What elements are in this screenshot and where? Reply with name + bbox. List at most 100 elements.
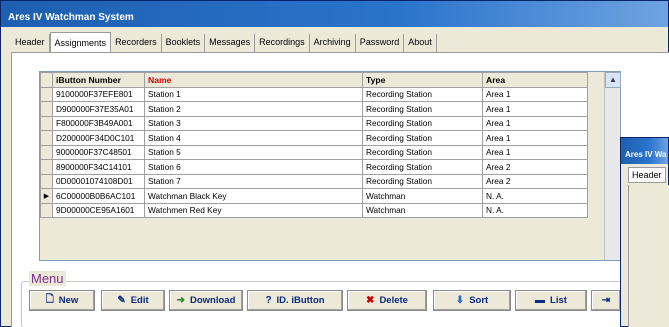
secondary-window[interactable]: Ares IV Wa Header xyxy=(620,137,669,327)
tab-strip: Header Assignments Recorders Booklets Me… xyxy=(11,32,437,52)
delete-button-label: Delete xyxy=(379,295,408,306)
cell-name[interactable]: Station 1 xyxy=(144,86,363,102)
exit-door-icon: ⇥ xyxy=(601,295,611,306)
row-selector[interactable]: ▶ xyxy=(40,188,53,204)
row-selector[interactable] xyxy=(40,202,53,218)
column-header-ibutton[interactable]: iButton Number xyxy=(52,72,145,88)
cell-area[interactable]: Area 1 xyxy=(482,101,588,117)
cell-ibutton-number[interactable]: 9100000F37EFE801 xyxy=(52,86,145,102)
vertical-scrollbar[interactable]: ▲ xyxy=(604,72,621,260)
assignments-grid[interactable]: iButton Number Name Type Area 9100000F37… xyxy=(39,71,621,261)
table-row[interactable]: D900000F37E35A01 Station 2 Recording Stati… xyxy=(40,101,588,117)
list-button[interactable]: ▬ List xyxy=(515,290,587,311)
cell-name[interactable]: Station 3 xyxy=(144,115,363,131)
table-header-row: iButton Number Name Type Area xyxy=(40,72,588,88)
secondary-window-title: Ares IV Wa xyxy=(621,138,668,164)
column-header-type[interactable]: Type xyxy=(362,72,483,88)
cell-area[interactable]: N. A. xyxy=(482,188,588,204)
cell-ibutton-number[interactable]: D900000F37E35A01 xyxy=(52,101,145,117)
cell-name[interactable]: Station 6 xyxy=(144,159,363,175)
tab-recorders[interactable]: Recorders xyxy=(111,34,162,52)
row-selector[interactable] xyxy=(40,173,53,189)
question-icon: ? xyxy=(265,295,272,306)
cell-area[interactable]: N. A. xyxy=(482,202,588,218)
cell-type[interactable]: Watchman xyxy=(362,188,483,204)
cell-area[interactable]: Area 1 xyxy=(482,86,588,102)
edit-button[interactable]: ✎ Edit xyxy=(101,290,165,311)
delete-button[interactable]: ✖ Delete xyxy=(347,290,427,311)
edit-icon: ✎ xyxy=(117,295,126,306)
tab-booklets[interactable]: Booklets xyxy=(161,34,206,52)
table-row[interactable]: 9000000F37C48501 Station 5 Recording Stati… xyxy=(40,144,588,160)
tab-header[interactable]: Header xyxy=(11,34,50,52)
cell-area[interactable]: Area 2 xyxy=(482,173,588,189)
delete-icon: ✖ xyxy=(366,295,375,306)
sort-button-label: Sort xyxy=(469,295,489,306)
cell-type[interactable]: Recording Station xyxy=(362,159,483,175)
tab-about[interactable]: About xyxy=(404,34,437,52)
cell-ibutton-number[interactable]: 8900000F34C14101 xyxy=(52,159,145,175)
cell-name[interactable]: Station 4 xyxy=(144,130,363,146)
cell-ibutton-number[interactable]: 6C00000B0B6AC101 xyxy=(52,188,145,204)
download-button-label: Download xyxy=(190,295,236,306)
cell-ibutton-number[interactable]: D200000F34D0C101 xyxy=(52,130,145,146)
table-row[interactable]: 0D00001074108D01 Station 7 Recording Stati… xyxy=(40,173,588,189)
tab-archiving[interactable]: Archiving xyxy=(309,34,356,52)
cell-ibutton-number[interactable]: F800000F3B49A001 xyxy=(52,115,145,131)
table-row[interactable]: 8900000F34C14101 Station 6 Recording Stati… xyxy=(40,159,588,175)
table-row[interactable]: D200000F34D0C101 Station 4 Recording Stati… xyxy=(40,130,588,146)
cell-type[interactable]: Recording Station xyxy=(362,130,483,146)
id-ibutton-button-label: ID. iButton xyxy=(276,295,325,306)
table-row[interactable]: 9D00000CE95A1601 Watchmen Red Key Watchman… xyxy=(40,202,588,218)
cell-area[interactable]: Area 1 xyxy=(482,130,588,146)
download-button[interactable]: ➜ Download xyxy=(169,290,243,311)
tab-recordings[interactable]: Recordings xyxy=(255,34,310,52)
table-row[interactable]: 9100000F37EFE801 Station 1 Recording Stati… xyxy=(40,86,588,102)
exit-button[interactable]: ⇥ xyxy=(591,290,621,311)
cell-type[interactable]: Recording Station xyxy=(362,101,483,117)
column-header-name[interactable]: Name xyxy=(144,72,363,88)
cell-type[interactable]: Recording Station xyxy=(362,144,483,160)
cell-name[interactable]: Watchmen Red Key xyxy=(144,202,363,218)
cell-name[interactable]: Station 2 xyxy=(144,101,363,117)
window-title: Ares IV Watchman System xyxy=(1,1,668,27)
row-selector[interactable] xyxy=(40,144,53,160)
column-header-area[interactable]: Area xyxy=(482,72,588,88)
row-selector[interactable] xyxy=(40,101,53,117)
tab-password[interactable]: Password xyxy=(355,34,405,52)
edit-button-label: Edit xyxy=(130,295,149,306)
cell-area[interactable]: Area 2 xyxy=(482,159,588,175)
menu-title: Menu xyxy=(29,271,66,286)
row-selector[interactable] xyxy=(40,130,53,146)
tab-messages[interactable]: Messages xyxy=(205,34,256,52)
new-button[interactable]: 🗋 New xyxy=(29,290,95,311)
secondary-tab-header[interactable]: Header xyxy=(628,167,666,183)
assignments-table: iButton Number Name Type Area 9100000F37… xyxy=(40,72,588,218)
cell-name[interactable]: Station 7 xyxy=(144,173,363,189)
cell-type[interactable]: Recording Station xyxy=(362,115,483,131)
row-selector[interactable] xyxy=(40,115,53,131)
scroll-up-icon[interactable]: ▲ xyxy=(605,72,621,88)
list-button-label: List xyxy=(550,295,567,306)
table-row[interactable]: F800000F3B49A001 Station 3 Recording Stati… xyxy=(40,115,588,131)
row-selector[interactable] xyxy=(40,159,53,175)
sort-button[interactable]: ⬇ Sort xyxy=(433,290,511,311)
cell-type[interactable]: Recording Station xyxy=(362,86,483,102)
cell-ibutton-number[interactable]: 0D00001074108D01 xyxy=(52,173,145,189)
cell-ibutton-number[interactable]: 9000000F37C48501 xyxy=(52,144,145,160)
cell-area[interactable]: Area 1 xyxy=(482,144,588,160)
cell-name[interactable]: Station 5 xyxy=(144,144,363,160)
cell-ibutton-number[interactable]: 9D00000CE95A1601 xyxy=(52,202,145,218)
table-row[interactable]: ▶ 6C00000B0B6AC101 Watchman Black Key Watch… xyxy=(40,188,588,204)
new-document-icon: 🗋 xyxy=(45,294,54,305)
list-icon: ▬ xyxy=(535,295,546,306)
main-window: Ares IV Watchman System Header Assignmen… xyxy=(0,0,669,327)
id-ibutton-button[interactable]: ? ID. iButton xyxy=(247,290,343,311)
cell-type[interactable]: Watchman xyxy=(362,202,483,218)
cell-area[interactable]: Area 1 xyxy=(482,115,588,131)
tab-assignments[interactable]: Assignments xyxy=(49,32,112,52)
cell-type[interactable]: Recording Station xyxy=(362,173,483,189)
cell-name[interactable]: Watchman Black Key xyxy=(144,188,363,204)
row-selector[interactable] xyxy=(40,86,53,102)
sort-arrow-icon: ⬇ xyxy=(455,295,465,306)
